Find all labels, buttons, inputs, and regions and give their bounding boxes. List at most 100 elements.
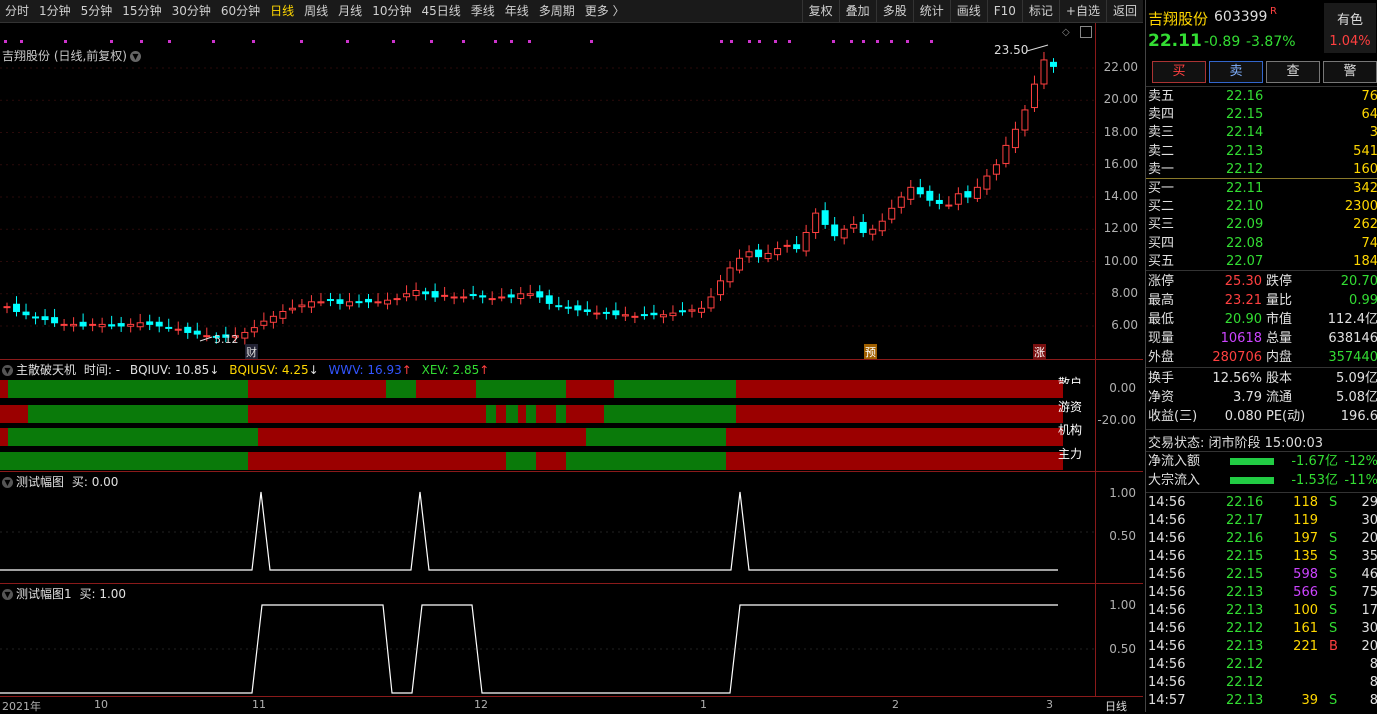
- timeframe-3[interactable]: 15分钟: [117, 0, 166, 22]
- timeframe-5[interactable]: 60分钟: [216, 0, 265, 22]
- band-segment: [736, 380, 1063, 398]
- band-segment: [248, 405, 486, 423]
- sector-badge[interactable]: 有色 1.04%: [1324, 3, 1376, 53]
- band-segment: [526, 405, 536, 423]
- tick-price: 22.15: [1226, 549, 1264, 564]
- timeframe-12[interactable]: 年线: [500, 0, 534, 22]
- candle-body: [983, 175, 991, 190]
- candle-body: [869, 228, 877, 235]
- candle-body: [793, 244, 801, 250]
- toolbar-button-6[interactable]: 标记: [1021, 0, 1059, 22]
- stat-label: 外盘: [1148, 350, 1175, 365]
- toolbar-button-4[interactable]: 画线: [949, 0, 987, 22]
- toolbar-button-1[interactable]: 叠加: [838, 0, 876, 22]
- band-segment: [0, 452, 248, 470]
- candle-body: [70, 323, 78, 327]
- indicator-zhusan[interactable]: ▼ 主散破天机 时间: - BQIUV: 10.85↓ BQIUSV: 4.25↓…: [0, 360, 1143, 471]
- toolbar-button-0[interactable]: 复权: [801, 0, 839, 22]
- bid-price: 22.07: [1226, 253, 1264, 269]
- timeframe-0[interactable]: 分时: [0, 0, 34, 22]
- flow-bar: [1230, 477, 1274, 484]
- band-label-sanhu: 散户: [1058, 376, 1083, 384]
- price-tick: 10.00: [1103, 253, 1138, 268]
- candlestick-chart[interactable]: 吉翔股份 (日线,前复权) ▼ ◇ 23.50 5.12 财 预 涨 22.00 2…: [0, 23, 1143, 360]
- tick-price: 22.13: [1226, 603, 1264, 618]
- timeframe-7[interactable]: 周线: [299, 0, 333, 22]
- candle-body: [555, 305, 563, 308]
- tick-time: 14:56: [1148, 585, 1186, 600]
- sell-button[interactable]: 卖: [1209, 61, 1263, 83]
- signal-dot: [906, 40, 909, 43]
- stat-label: 最低: [1148, 312, 1175, 327]
- ask-price: 22.16: [1226, 89, 1264, 104]
- toolbar-button-2[interactable]: 多股: [875, 0, 913, 22]
- bid-volume: 2300: [1344, 199, 1377, 215]
- candle-body: [32, 316, 40, 319]
- indicator-test-fu[interactable]: ▼ 测试幅图 买: 0.00 1.00 0.50: [0, 472, 1143, 583]
- timeframe-13[interactable]: 多周期: [534, 0, 580, 22]
- timeframe-14[interactable]: 更多 〉: [580, 0, 630, 22]
- timeframe-11[interactable]: 季线: [466, 0, 500, 22]
- bid-volume: 74: [1361, 235, 1377, 251]
- ask-label: 卖五: [1148, 89, 1175, 104]
- stat-label: 总量: [1266, 331, 1293, 346]
- timeframe-2[interactable]: 5分钟: [76, 0, 118, 22]
- separator: [1146, 86, 1377, 87]
- indicator-zhusan-axis: 0.00 -20.00: [1095, 360, 1144, 471]
- stat-value: 0.080: [1224, 409, 1262, 424]
- toolbar-button-7[interactable]: +自选: [1058, 0, 1106, 22]
- candle-body: [336, 299, 344, 304]
- candle-body: [812, 212, 820, 234]
- timeframe-4[interactable]: 30分钟: [167, 0, 216, 22]
- tick-volume: 566: [1293, 585, 1318, 600]
- axis-tick: -20.00: [1097, 413, 1136, 427]
- quote-row: 卖五 22.16 76: [1146, 88, 1377, 106]
- tick-price: 22.12: [1226, 621, 1264, 636]
- quote-row: 卖四 22.15 64: [1146, 106, 1377, 124]
- query-button[interactable]: 查: [1266, 61, 1320, 83]
- candle-body: [783, 244, 791, 247]
- marker-cai[interactable]: 财: [245, 344, 258, 360]
- tick-price: 22.16: [1226, 531, 1264, 546]
- toolbar-button-5[interactable]: F10: [986, 0, 1022, 22]
- toolbar-button-8[interactable]: 返回: [1105, 0, 1143, 22]
- marker-yu[interactable]: 预: [864, 344, 877, 360]
- stat-value: 20.90: [1224, 312, 1262, 327]
- timeframe-1[interactable]: 1分钟: [34, 0, 76, 22]
- timeframe-6[interactable]: 日线: [265, 0, 299, 22]
- indicator-test-fu1[interactable]: ▼ 测试幅图1 买: 1.00 1.00 0.50: [0, 584, 1143, 696]
- ask-volume: 160: [1353, 161, 1377, 177]
- candle-body: [954, 193, 962, 205]
- signal-dot: [774, 40, 777, 43]
- candle-body: [1021, 109, 1029, 131]
- quote-row: 14:56 22.15 598 S 46: [1146, 566, 1377, 584]
- candle-body: [13, 303, 21, 312]
- signal-line-plot: [0, 491, 1095, 571]
- band-label-zhuli: 主力: [1058, 447, 1083, 461]
- marker-zhang[interactable]: 涨: [1033, 344, 1046, 360]
- tick-price: 22.13: [1226, 585, 1264, 600]
- date-label: 1: [700, 698, 707, 711]
- band-segment: [586, 428, 726, 446]
- alert-button[interactable]: 警: [1323, 61, 1377, 83]
- band-segment: [614, 380, 736, 398]
- signal-dot: [392, 40, 395, 43]
- candle-body: [155, 321, 163, 327]
- tick-price: 22.16: [1226, 495, 1264, 510]
- timeframe-9[interactable]: 10分钟: [367, 0, 416, 22]
- buy-button[interactable]: 买: [1152, 61, 1206, 83]
- tick-side: S: [1329, 621, 1338, 636]
- tick-volume: 197: [1293, 531, 1318, 546]
- candle-body: [422, 291, 430, 295]
- candle-body: [1049, 61, 1057, 67]
- tick-volume: 161: [1293, 621, 1318, 636]
- candle-body: [441, 294, 449, 297]
- band-segment: [726, 428, 1063, 446]
- timeframe-8[interactable]: 月线: [333, 0, 367, 22]
- toolbar-button-3[interactable]: 统计: [912, 0, 950, 22]
- band-label-youzi: 游资: [1058, 400, 1083, 414]
- candle-body: [479, 295, 487, 298]
- signal-line-plot: [0, 604, 1095, 694]
- timeframe-10[interactable]: 45日线: [416, 0, 465, 22]
- candle-body: [774, 248, 782, 256]
